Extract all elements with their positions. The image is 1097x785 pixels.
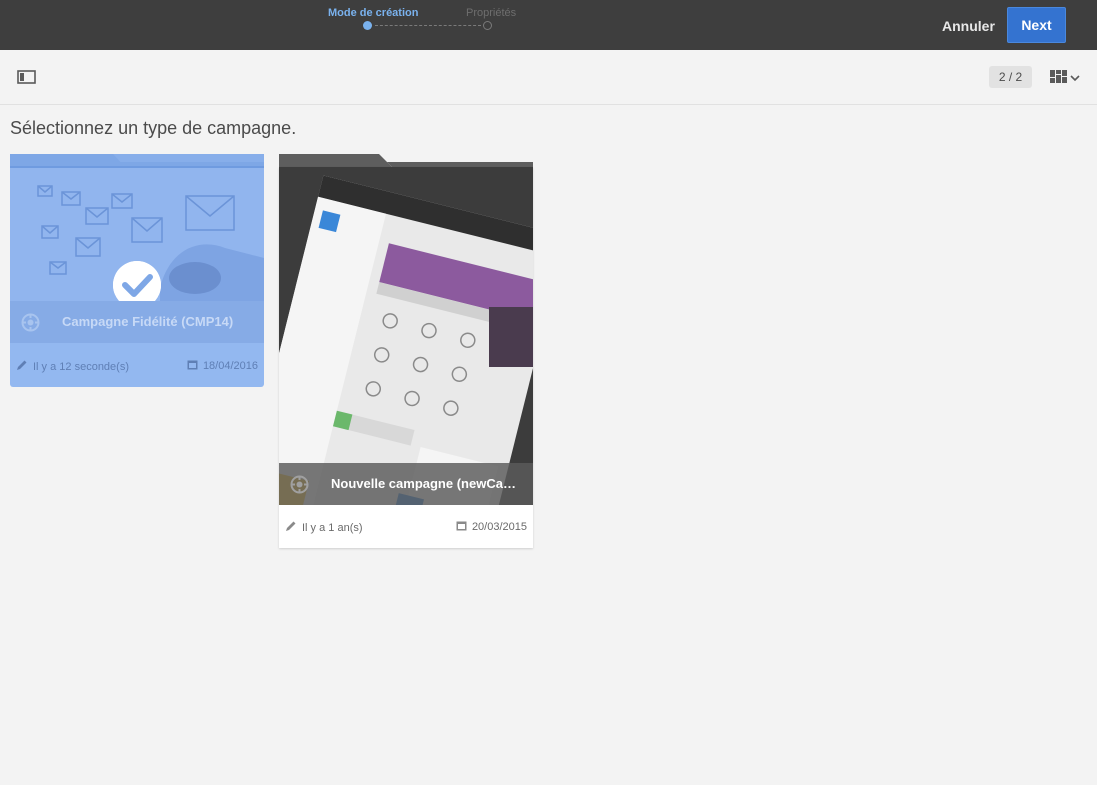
- card-name: Campagne Fidélité (CMP14): [62, 314, 234, 329]
- card-folder-tab: [10, 154, 264, 168]
- step-mode-creation-label[interactable]: Mode de création: [328, 7, 418, 19]
- campaign-card-newcampaign[interactable]: Nouvelle campagne (newCamp… Il y a 1 an(…: [279, 154, 533, 548]
- wizard-steps: Mode de création Propriétés: [320, 0, 560, 50]
- card-name: Nouvelle campagne (newCamp…: [331, 476, 523, 491]
- card-body: Nouvelle campagne (newCamp… Il y a 1 an(…: [279, 167, 533, 548]
- card-thumbnail: [279, 167, 533, 505]
- top-bar: Mode de création Propriétés Annuler Next: [0, 0, 1097, 50]
- page-counter: 2 / 2: [989, 66, 1032, 88]
- card-name-bar: Nouvelle campagne (newCamp…: [279, 463, 533, 505]
- step-connector: [375, 25, 481, 26]
- card-thumbnail: [10, 168, 264, 301]
- pencil-icon: [285, 520, 297, 535]
- card-date: 18/04/2016: [202, 360, 258, 372]
- calendar-icon: [456, 520, 467, 534]
- card-modified: Il y a 12 seconde(s): [33, 360, 129, 373]
- card-modified: Il y a 1 an(s): [302, 521, 363, 534]
- campaign-card-cmp14[interactable]: Campagne Fidélité (CMP14) Il y a 12 seco…: [10, 154, 264, 387]
- card-folder-tab: [279, 154, 533, 167]
- step-mode-creation-dot[interactable]: [363, 21, 372, 30]
- cancel-button[interactable]: Annuler: [938, 13, 999, 39]
- calendar-icon: [187, 359, 198, 373]
- card-name-bar: Campagne Fidélité (CMP14): [10, 301, 264, 343]
- template-icon: [290, 475, 309, 494]
- page-heading: Sélectionnez un type de campagne.: [10, 118, 297, 138]
- grid-view-icon[interactable]: [1048, 67, 1084, 89]
- step-proprietes-label[interactable]: Propriétés: [466, 7, 516, 19]
- next-button[interactable]: Next: [1007, 7, 1066, 43]
- card-meta: Il y a 12 seconde(s) 18/04/2016: [10, 344, 264, 387]
- card-meta: Il y a 1 an(s) 20/03/2015: [279, 505, 533, 548]
- card-date: 20/03/2015: [471, 521, 527, 533]
- panel-toggle-icon[interactable]: [17, 69, 37, 85]
- template-icon: [21, 313, 40, 332]
- toolbar: 2 / 2: [0, 50, 1097, 105]
- pencil-icon: [16, 359, 28, 374]
- step-proprietes-dot[interactable]: [483, 21, 492, 30]
- card-body: Campagne Fidélité (CMP14) Il y a 12 seco…: [10, 168, 264, 387]
- checkmark-icon: [113, 261, 161, 301]
